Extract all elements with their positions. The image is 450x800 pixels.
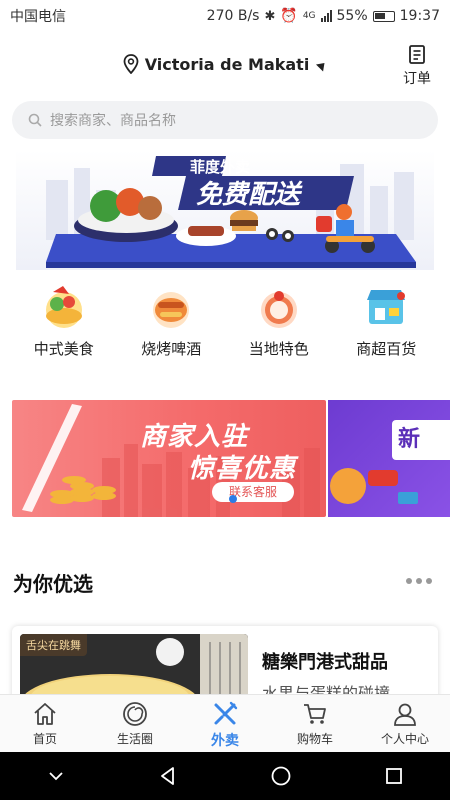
home-icon (34, 703, 56, 725)
system-navigation-bar (0, 752, 450, 800)
bottom-tab-bar: 首页 生活圈 外卖 购物车 个人中心 (0, 694, 450, 752)
life-circle-icon (123, 702, 147, 726)
store-tag: 舌尖在跳舞 (20, 634, 87, 656)
takeout-icon (214, 701, 238, 725)
category-local-specialty[interactable]: 当地特色 (229, 282, 329, 372)
chevron-down-icon[interactable] (46, 766, 66, 786)
category-label: 中式美食 (33, 340, 94, 358)
alarm-icon: ⏰ (280, 8, 298, 24)
header: Victoria de Makati 订单 (0, 40, 450, 98)
search-placeholder: 搜索商家、商品名称 (50, 113, 176, 129)
category-row: 中式美食 烧烤啤酒 当地特色 商超百货 (0, 282, 450, 372)
tab-label: 生活圈 (116, 732, 153, 746)
tab-takeout[interactable]: 外卖 (180, 695, 270, 752)
category-label: 商超百货 (356, 340, 417, 358)
orders-button[interactable]: 订单 (398, 44, 436, 88)
battery-percent: 55% (336, 8, 368, 24)
app-screen: 中国电信 270 B/s ✱ ⏰ 4G 55% 19:37 Victoria d… (0, 0, 450, 800)
more-options-icon[interactable] (406, 578, 432, 584)
tab-profile[interactable]: 个人中心 (360, 695, 450, 752)
tab-home[interactable]: 首页 (0, 695, 90, 752)
next-promo-title: 新 (392, 420, 450, 460)
banner-art: 菲度外卖 免费配送 (16, 150, 434, 270)
tab-label: 外卖 (211, 733, 239, 749)
category-bbq-beer[interactable]: 烧烤啤酒 (121, 282, 221, 372)
orders-label: 订单 (403, 71, 431, 87)
recent-apps-icon[interactable] (383, 765, 405, 787)
network-type: 4G (302, 11, 316, 21)
back-icon[interactable] (157, 765, 179, 787)
category-label: 当地特色 (248, 340, 309, 358)
network-speed: 270 B/s (206, 8, 260, 24)
merchant-promo-banner[interactable]: 商家入驻 惊喜优惠 联系客服 (12, 400, 326, 517)
tab-cart[interactable]: 购物车 (270, 695, 360, 752)
clock: 19:37 (399, 8, 440, 24)
category-supermarket[interactable]: 商超百货 (336, 282, 436, 372)
location-pin-icon (123, 54, 139, 74)
profile-icon (394, 703, 416, 726)
contact-service-button[interactable]: 联系客服 (212, 482, 294, 502)
status-icons: 270 B/s ✱ ⏰ 4G 55% 19:37 (207, 8, 440, 24)
cart-icon (304, 704, 326, 724)
status-bar: 中国电信 270 B/s ✱ ⏰ 4G 55% 19:37 (0, 0, 450, 32)
banner-brand: 菲度外卖 (190, 158, 250, 176)
banner-headline: 免费配送 (196, 180, 303, 210)
tab-label: 购物车 (296, 732, 333, 746)
chinese-food-icon (39, 282, 89, 332)
search-icon (28, 113, 42, 127)
category-chinese-food[interactable]: 中式美食 (14, 282, 114, 372)
local-specialty-icon (254, 282, 304, 332)
orders-icon (409, 45, 425, 64)
battery-icon (372, 10, 395, 22)
tab-label: 首页 (32, 732, 57, 746)
carrier-label: 中国电信 (10, 9, 66, 25)
signal-icon (320, 10, 332, 22)
carousel-indicator (229, 495, 237, 503)
category-label: 烧烤啤酒 (141, 340, 202, 358)
bluetooth-icon: ✱ (264, 8, 276, 24)
dropdown-triangle-icon (316, 58, 329, 72)
tab-life-circle[interactable]: 生活圈 (90, 695, 180, 752)
home-circle-icon[interactable] (270, 765, 292, 787)
tab-label: 个人中心 (380, 732, 429, 746)
store-name: 糖樂門港式甜品 (262, 652, 388, 673)
location-selector[interactable]: Victoria de Makati (0, 54, 450, 74)
bbq-beer-icon (146, 282, 196, 332)
section-title: 为你优选 (13, 572, 93, 596)
location-name: Victoria de Makati (144, 54, 310, 74)
supermarket-icon (361, 282, 411, 332)
search-bar[interactable]: 搜索商家、商品名称 (12, 101, 438, 139)
free-delivery-banner[interactable]: 菲度外卖 免费配送 (16, 150, 434, 270)
promo-subtitle: 惊喜优惠 (188, 454, 297, 484)
